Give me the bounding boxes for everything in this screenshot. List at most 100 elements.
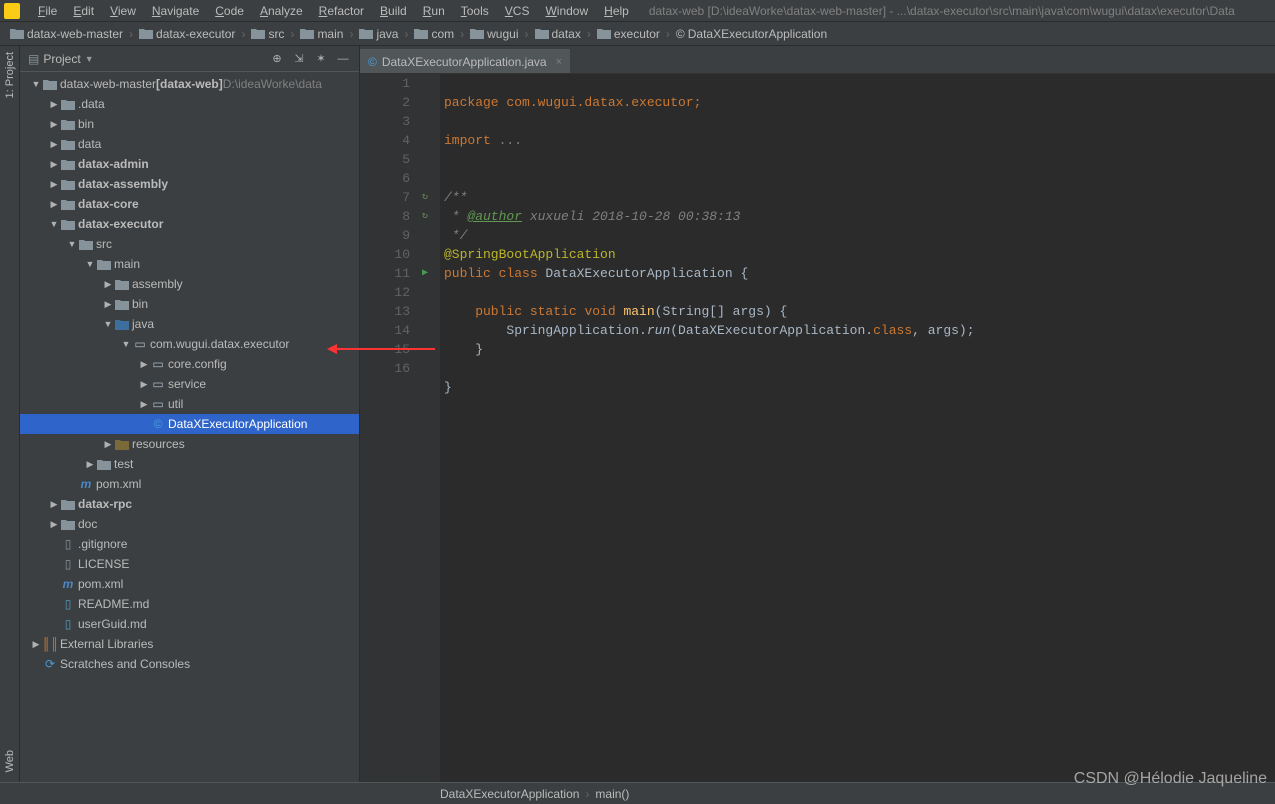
tree-item[interactable]: ▶data bbox=[20, 134, 359, 154]
breadcrumb-item[interactable]: src bbox=[247, 27, 288, 41]
tree-item[interactable]: ▶datax-rpc bbox=[20, 494, 359, 514]
project-panel-title[interactable]: Project bbox=[43, 52, 80, 66]
tree-item[interactable]: ▶datax-core bbox=[20, 194, 359, 214]
tree-item[interactable]: ▶▭util bbox=[20, 394, 359, 414]
menu-refactor[interactable]: Refactor bbox=[311, 2, 372, 20]
project-tree[interactable]: ▼datax-web-master [datax-web] D:\ideaWor… bbox=[20, 72, 359, 782]
tree-item[interactable]: ▶datax-assembly bbox=[20, 174, 359, 194]
tree-label: util bbox=[168, 397, 183, 411]
chevron-down-icon[interactable]: ▼ bbox=[85, 54, 94, 64]
menu-tools[interactable]: Tools bbox=[453, 2, 497, 20]
run-main-icon[interactable]: ▶ bbox=[422, 264, 428, 283]
tree-item[interactable]: ▶▭core.config bbox=[20, 354, 359, 374]
tree-arrow-icon[interactable]: ▶ bbox=[48, 519, 60, 530]
status-method[interactable]: main() bbox=[595, 787, 629, 801]
tree-arrow-icon[interactable]: ▶ bbox=[48, 179, 60, 190]
menu-build[interactable]: Build bbox=[372, 2, 415, 20]
tree-item[interactable]: ▯README.md bbox=[20, 594, 359, 614]
tree-item[interactable]: ▶assembly bbox=[20, 274, 359, 294]
tree-label: DataXExecutorApplication bbox=[168, 417, 307, 431]
tree-item[interactable]: ▶test bbox=[20, 454, 359, 474]
tree-item[interactable]: ▼datax-web-master [datax-web] D:\ideaWor… bbox=[20, 74, 359, 94]
tree-arrow-icon[interactable]: ▶ bbox=[48, 139, 60, 150]
tree-item[interactable]: ▶bin bbox=[20, 114, 359, 134]
tree-label: src bbox=[96, 237, 112, 251]
tree-item[interactable]: ▼java bbox=[20, 314, 359, 334]
tree-item[interactable]: ▶datax-admin bbox=[20, 154, 359, 174]
menu-window[interactable]: Window bbox=[537, 2, 596, 20]
code-line: class bbox=[873, 323, 912, 338]
tree-item[interactable]: mpom.xml bbox=[20, 474, 359, 494]
tree-arrow-icon[interactable]: ▶ bbox=[102, 279, 114, 290]
tree-arrow-icon[interactable]: ▼ bbox=[66, 239, 78, 249]
tree-item[interactable]: ▶resources bbox=[20, 434, 359, 454]
tree-item[interactable]: ▶║║External Libraries bbox=[20, 634, 359, 654]
code-line: */ bbox=[444, 228, 467, 243]
menu-view[interactable]: View bbox=[102, 2, 144, 20]
tree-arrow-icon[interactable]: ▶ bbox=[138, 379, 150, 390]
menu-analyze[interactable]: Analyze bbox=[252, 2, 311, 20]
tree-arrow-icon[interactable]: ▼ bbox=[102, 319, 114, 329]
breadcrumb-item[interactable]: datax bbox=[531, 27, 585, 41]
tree-item[interactable]: mpom.xml bbox=[20, 574, 359, 594]
package-icon: ▭ bbox=[150, 357, 166, 371]
tree-item[interactable]: ▼datax-executor bbox=[20, 214, 359, 234]
tree-arrow-icon[interactable]: ▼ bbox=[84, 259, 96, 269]
tree-arrow-icon[interactable]: ▼ bbox=[30, 79, 42, 89]
run-gutter-icon[interactable]: ↻ bbox=[422, 207, 428, 226]
menu-code[interactable]: Code bbox=[207, 2, 252, 20]
breadcrumb-item[interactable]: datax-web-master bbox=[6, 27, 127, 41]
tree-arrow-icon[interactable]: ▶ bbox=[84, 459, 96, 470]
tree-item[interactable]: ▶▭service bbox=[20, 374, 359, 394]
code-area[interactable]: package com.wugui.datax.executor; import… bbox=[440, 74, 1275, 782]
breadcrumb-item[interactable]: wugui bbox=[466, 27, 522, 41]
expand-all-icon[interactable]: ⇲ bbox=[291, 51, 307, 67]
editor-tab-active[interactable]: © DataXExecutorApplication.java × bbox=[360, 49, 570, 73]
sidetab-web[interactable]: Web bbox=[4, 750, 16, 772]
tree-arrow-icon[interactable]: ▼ bbox=[48, 219, 60, 229]
close-icon[interactable]: × bbox=[556, 56, 562, 68]
status-class[interactable]: DataXExecutorApplication bbox=[440, 787, 579, 801]
menu-vcs[interactable]: VCS bbox=[497, 2, 538, 20]
tree-arrow-icon[interactable]: ▶ bbox=[30, 639, 42, 650]
tree-arrow-icon[interactable]: ▶ bbox=[48, 119, 60, 130]
breadcrumb-item[interactable]: java bbox=[355, 27, 402, 41]
breadcrumb-item[interactable]: datax-executor bbox=[135, 27, 239, 41]
menu-edit[interactable]: Edit bbox=[65, 2, 102, 20]
locate-icon[interactable]: ⊕ bbox=[269, 51, 285, 67]
menu-run[interactable]: Run bbox=[415, 2, 453, 20]
tree-item[interactable]: ▯.gitignore bbox=[20, 534, 359, 554]
breadcrumb-item[interactable]: executor bbox=[593, 27, 664, 41]
tree-arrow-icon[interactable]: ▶ bbox=[48, 159, 60, 170]
menu-file[interactable]: File bbox=[30, 2, 65, 20]
tree-item[interactable]: ▶doc bbox=[20, 514, 359, 534]
tree-arrow-icon[interactable]: ▶ bbox=[138, 359, 150, 370]
tree-item[interactable]: ▶.data bbox=[20, 94, 359, 114]
tree-arrow-icon[interactable]: ▶ bbox=[48, 199, 60, 210]
tree-item[interactable]: ▼main bbox=[20, 254, 359, 274]
tree-item[interactable]: ▼ src bbox=[20, 234, 359, 254]
run-gutter-icon[interactable]: ↻ bbox=[422, 188, 428, 207]
tree-item[interactable]: ▼▭com.wugui.datax.executor bbox=[20, 334, 359, 354]
module-icon bbox=[60, 157, 76, 171]
menu-navigate[interactable]: Navigate bbox=[144, 2, 207, 20]
breadcrumb-item[interactable]: main bbox=[296, 27, 347, 41]
tree-item[interactable]: ⟳Scratches and Consoles bbox=[20, 654, 359, 674]
tree-item[interactable]: ▯LICENSE bbox=[20, 554, 359, 574]
breadcrumb-item[interactable]: com bbox=[410, 27, 458, 41]
tree-item[interactable]: ▶bin bbox=[20, 294, 359, 314]
tree-arrow-icon[interactable]: ▶ bbox=[138, 399, 150, 410]
tree-item[interactable]: ©DataXExecutorApplication bbox=[20, 414, 359, 434]
menu-help[interactable]: Help bbox=[596, 2, 637, 20]
tree-arrow-icon[interactable]: ▼ bbox=[120, 339, 132, 349]
breadcrumb-item[interactable]: ©DataXExecutorApplication bbox=[672, 27, 831, 41]
hide-icon[interactable]: — bbox=[335, 51, 351, 67]
tree-arrow-icon[interactable]: ▶ bbox=[48, 99, 60, 110]
gear-icon[interactable]: ✶ bbox=[313, 51, 329, 67]
sidetab-project[interactable]: 1: Project bbox=[4, 52, 16, 98]
editor-body[interactable]: 1 2 3 4 5 6 7 8 9 10 11 12 13 14 15 16 ↻… bbox=[360, 74, 1275, 782]
tree-arrow-icon[interactable]: ▶ bbox=[102, 439, 114, 450]
tree-arrow-icon[interactable]: ▶ bbox=[48, 499, 60, 510]
tree-item[interactable]: ▯userGuid.md bbox=[20, 614, 359, 634]
tree-arrow-icon[interactable]: ▶ bbox=[102, 299, 114, 310]
